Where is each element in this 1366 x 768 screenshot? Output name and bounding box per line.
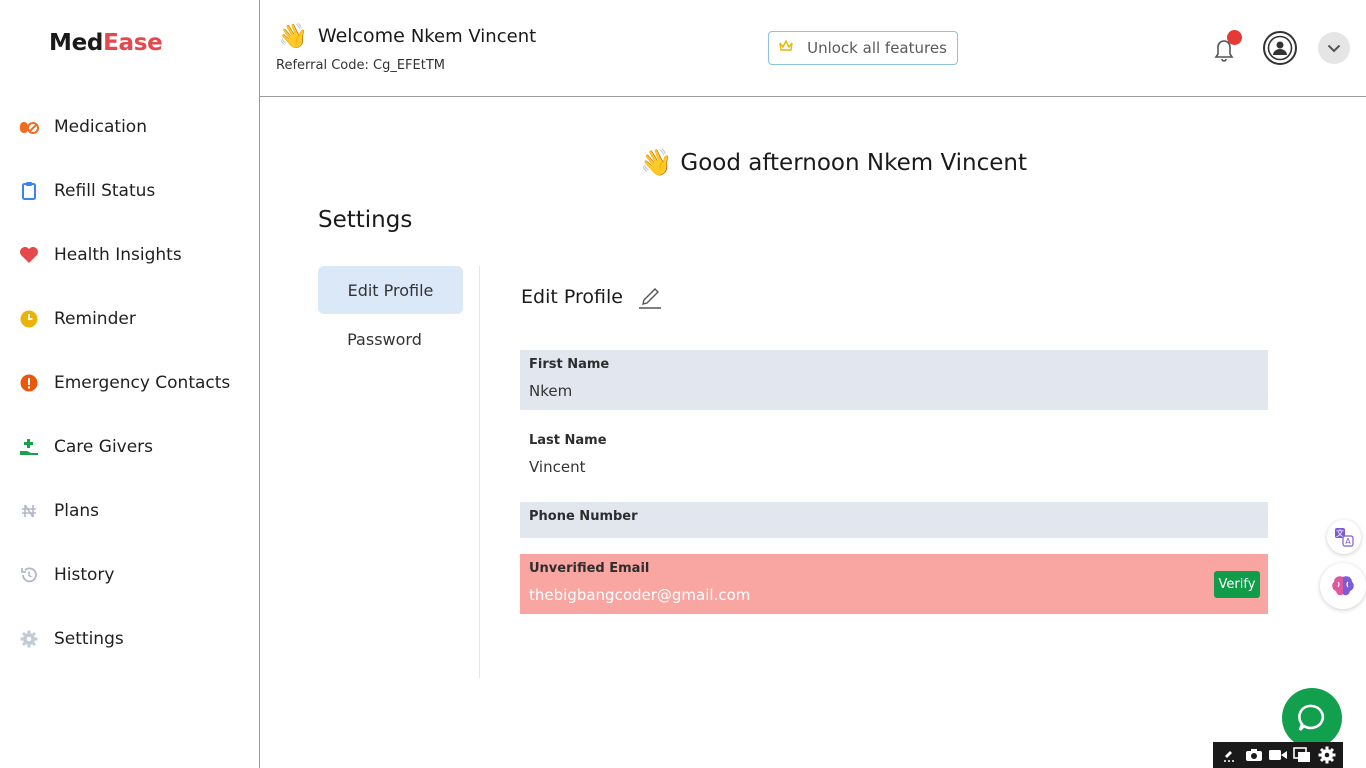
translate-widget-button[interactable]: 文A — [1327, 520, 1361, 554]
draw-tool-icon[interactable] — [1219, 746, 1239, 764]
naira-icon — [18, 500, 40, 522]
sidebar-item-emergency-contacts[interactable]: Emergency Contacts — [18, 368, 230, 398]
sidebar-item-label: Emergency Contacts — [54, 373, 231, 393]
tabs-divider — [479, 266, 480, 678]
edit-profile-heading: Edit Profile — [521, 286, 623, 308]
greeting: 👋 Good afternoon Nkem Vincent — [640, 148, 1027, 178]
logo-text-med: Med — [49, 30, 104, 56]
chevron-down-icon — [1327, 44, 1341, 52]
user-circle-icon — [1263, 31, 1297, 65]
sidebar-item-health-insights[interactable]: Health Insights — [18, 240, 182, 270]
camera-icon[interactable] — [1244, 746, 1264, 764]
sidebar: MedEase Medication Refill Status Health … — [0, 0, 260, 768]
sidebar-item-medication[interactable]: Medication — [18, 112, 147, 142]
pills-icon — [18, 116, 40, 138]
brain-icon — [1332, 576, 1354, 596]
sidebar-item-reminder[interactable]: Reminder — [18, 304, 136, 334]
sidebar-item-label: Care Givers — [54, 437, 154, 457]
phone-number-field[interactable]: Phone Number — [520, 502, 1268, 538]
capture-settings-gear-icon[interactable] — [1317, 746, 1337, 764]
phone-number-label: Phone Number — [529, 509, 638, 524]
svg-text:A: A — [1345, 537, 1351, 546]
account-menu-toggle[interactable] — [1318, 32, 1350, 64]
edit-profile-button[interactable] — [637, 285, 663, 311]
waving-hand-icon: 👋 — [640, 148, 673, 178]
ai-assistant-button[interactable] — [1320, 563, 1366, 609]
chat-bubble-icon — [1298, 704, 1325, 731]
sidebar-item-label: Plans — [54, 501, 100, 521]
sidebar-item-settings[interactable]: Settings — [18, 624, 124, 654]
profile-avatar-button[interactable] — [1262, 30, 1298, 66]
sidebar-item-label: Refill Status — [54, 181, 156, 201]
chat-button[interactable] — [1282, 688, 1342, 748]
user-name: Nkem Vincent — [410, 25, 537, 47]
sidebar-item-label: Medication — [54, 117, 147, 137]
welcome-label: Welcome — [317, 25, 405, 47]
welcome-message: 👋 Welcome Nkem Vincent — [278, 22, 536, 50]
email-field: Unverified Email thebigbangcoder@gmail.c… — [520, 554, 1268, 614]
verify-email-button[interactable]: Verify — [1214, 571, 1260, 598]
screen-capture-toolbar — [1213, 742, 1343, 768]
hand-plus-icon — [18, 436, 40, 458]
sidebar-item-label: Settings — [54, 629, 124, 649]
sidebar-item-label: History — [54, 565, 115, 585]
top-header: 👋 Welcome Nkem Vincent Referral Code: Cg… — [260, 0, 1366, 97]
unlock-features-label: Unlock all features — [807, 39, 947, 57]
clock-icon — [18, 308, 40, 330]
window-capture-icon[interactable] — [1292, 746, 1312, 764]
notification-badge — [1227, 30, 1242, 45]
last-name-label: Last Name — [529, 433, 607, 448]
app-logo[interactable]: MedEase — [49, 30, 163, 56]
logo-text-ease: Ease — [103, 30, 163, 56]
notifications-button[interactable] — [1210, 30, 1242, 66]
translate-icon: 文A — [1335, 528, 1354, 547]
unlock-features-button[interactable]: Unlock all features — [768, 31, 958, 65]
video-camera-icon[interactable] — [1268, 746, 1288, 764]
referral-code: Referral Code: Cg_EFEtTM — [276, 58, 445, 73]
waving-hand-icon: 👋 — [278, 22, 308, 50]
tab-edit-profile[interactable]: Edit Profile — [318, 266, 463, 314]
email-label: Unverified Email — [529, 561, 650, 576]
first-name-field[interactable]: First Name Nkem — [520, 350, 1268, 410]
clipboard-icon — [18, 180, 40, 202]
last-name-value: Vincent — [529, 458, 586, 476]
heart-icon — [18, 244, 40, 266]
first-name-label: First Name — [529, 357, 610, 372]
email-value: thebigbangcoder@gmail.com — [529, 586, 751, 604]
sidebar-item-care-givers[interactable]: Care Givers — [18, 432, 153, 462]
gear-icon — [18, 628, 40, 650]
pencil-icon — [639, 288, 661, 309]
crown-icon — [779, 39, 793, 56]
tab-password[interactable]: Password — [318, 322, 451, 356]
sidebar-item-label: Reminder — [54, 309, 136, 329]
sidebar-item-refill-status[interactable]: Refill Status — [18, 176, 155, 206]
sidebar-item-plans[interactable]: Plans — [18, 496, 99, 526]
sidebar-item-label: Health Insights — [54, 245, 182, 265]
sidebar-item-history[interactable]: History — [18, 560, 114, 590]
first-name-value: Nkem — [529, 382, 573, 400]
page-title: Settings — [318, 207, 413, 233]
last-name-field[interactable]: Last Name Vincent — [520, 426, 1268, 486]
history-icon — [18, 564, 40, 586]
greeting-text: Good afternoon Nkem Vincent — [680, 150, 1028, 176]
alert-icon — [18, 372, 40, 394]
